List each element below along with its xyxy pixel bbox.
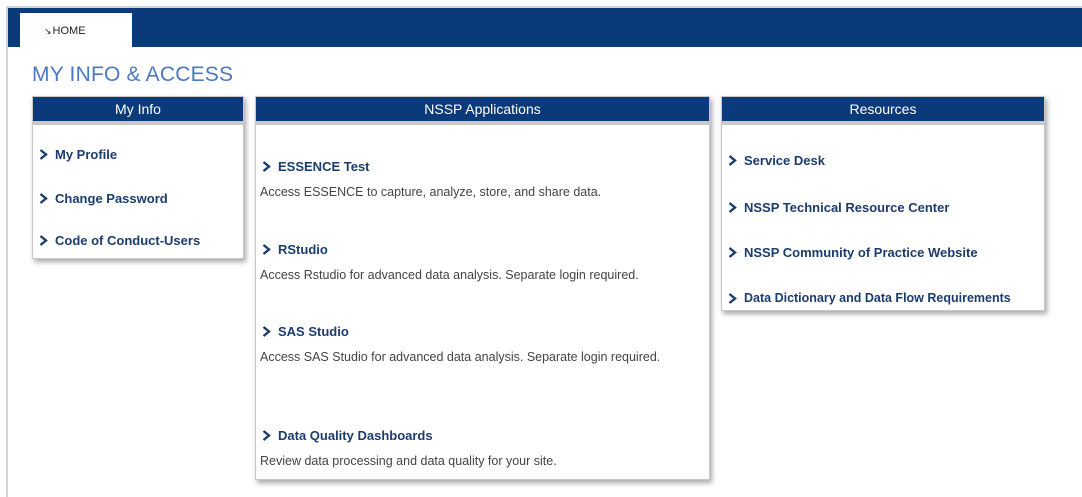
my-info-header: My Info bbox=[33, 97, 243, 125]
essence-test-description: Access ESSENCE to capture, analyze, stor… bbox=[260, 185, 602, 199]
essence-test-link[interactable]: ESSENCE Test bbox=[262, 159, 370, 174]
nssp-community-of-practice-label: NSSP Community of Practice Website bbox=[744, 245, 978, 260]
page-title: MY INFO & ACCESS bbox=[32, 63, 234, 86]
service-desk-link[interactable]: Service Desk bbox=[728, 153, 825, 168]
essence-test-label: ESSENCE Test bbox=[278, 159, 370, 174]
chevron-right-icon bbox=[262, 161, 271, 172]
nssp-applications-panel: NSSP Applications ESSENCE Test Access ES… bbox=[255, 96, 710, 480]
change-password-label: Change Password bbox=[55, 191, 168, 206]
data-quality-dashboards-link[interactable]: Data Quality Dashboards bbox=[262, 428, 433, 443]
nssp-applications-header: NSSP Applications bbox=[256, 97, 709, 125]
tab-home[interactable]: ↘ HOME bbox=[20, 13, 132, 49]
chevron-right-icon bbox=[39, 235, 48, 246]
data-dictionary-link[interactable]: Data Dictionary and Data Flow Requiremen… bbox=[728, 291, 1011, 305]
chevron-right-icon bbox=[728, 202, 737, 213]
nssp-community-of-practice-link[interactable]: NSSP Community of Practice Website bbox=[728, 245, 978, 260]
data-dictionary-label: Data Dictionary and Data Flow Requiremen… bbox=[744, 291, 1011, 305]
resources-panel: Resources Service Desk NSSP Technical Re… bbox=[721, 96, 1045, 311]
data-quality-dashboards-label: Data Quality Dashboards bbox=[278, 428, 433, 443]
sas-studio-description: Access SAS Studio for advanced data anal… bbox=[260, 350, 661, 364]
chevron-right-icon bbox=[262, 430, 271, 441]
chevron-right-icon bbox=[728, 292, 737, 304]
nssp-technical-resource-center-label: NSSP Technical Resource Center bbox=[744, 200, 950, 215]
home-icon: ↘ bbox=[44, 25, 52, 36]
chevron-right-icon bbox=[39, 193, 48, 204]
sas-studio-label: SAS Studio bbox=[278, 324, 349, 339]
my-info-panel: My Info My Profile Change Password Code … bbox=[32, 96, 244, 259]
chevron-right-icon bbox=[262, 244, 271, 255]
resources-header: Resources bbox=[722, 97, 1044, 125]
data-quality-dashboards-description: Review data processing and data quality … bbox=[260, 454, 557, 468]
chevron-right-icon bbox=[262, 326, 271, 337]
service-desk-label: Service Desk bbox=[744, 153, 825, 168]
chevron-right-icon bbox=[728, 247, 737, 258]
tab-home-label: HOME bbox=[52, 25, 86, 37]
sas-studio-link[interactable]: SAS Studio bbox=[262, 324, 349, 339]
change-password-link[interactable]: Change Password bbox=[39, 191, 168, 206]
code-of-conduct-link[interactable]: Code of Conduct-Users bbox=[39, 233, 200, 248]
chevron-right-icon bbox=[39, 149, 48, 160]
chevron-right-icon bbox=[728, 155, 737, 166]
rstudio-link[interactable]: RStudio bbox=[262, 242, 328, 257]
my-profile-link[interactable]: My Profile bbox=[39, 147, 117, 162]
nssp-technical-resource-center-link[interactable]: NSSP Technical Resource Center bbox=[728, 200, 949, 215]
top-nav-bar bbox=[8, 8, 1082, 47]
code-of-conduct-label: Code of Conduct-Users bbox=[55, 233, 201, 248]
rstudio-label: RStudio bbox=[278, 242, 328, 257]
my-profile-label: My Profile bbox=[55, 147, 118, 162]
rstudio-description: Access Rstudio for advanced data analysi… bbox=[260, 268, 639, 282]
